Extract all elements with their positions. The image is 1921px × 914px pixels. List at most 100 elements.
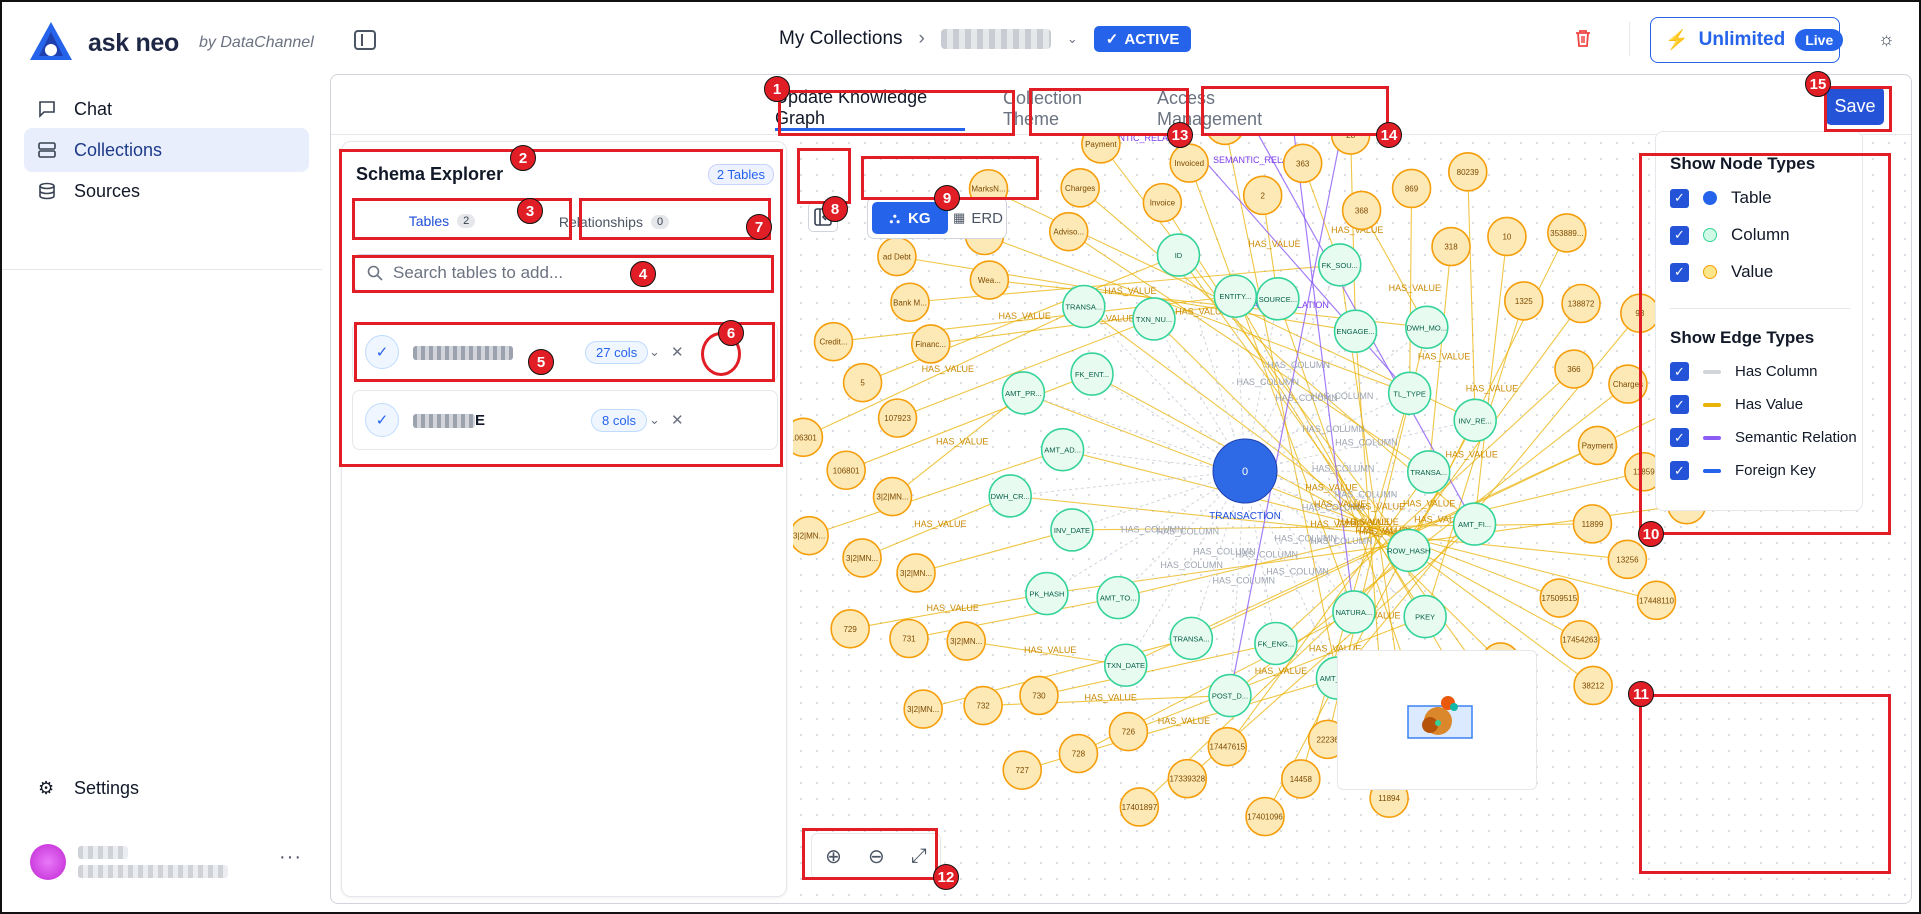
user-profile[interactable]: [30, 844, 228, 880]
tab-relationships[interactable]: Relationships 0: [538, 204, 690, 240]
collections-icon: [38, 142, 56, 158]
chevron-down-icon[interactable]: ⌄: [1067, 31, 1078, 47]
edge-label: HAS_VALUE: [1104, 286, 1156, 296]
fit-view-icon[interactable]: ⤢: [911, 845, 927, 868]
annotation-number: 8: [822, 196, 848, 222]
erd-view-button[interactable]: ▦ ERD: [952, 202, 1004, 234]
edge-label: HAS_VALUE: [1248, 239, 1300, 249]
annotation-number: 14: [1376, 122, 1402, 148]
edge-type-foreign-key[interactable]: ✓ Foreign Key: [1670, 461, 1816, 480]
edge-label: HAS_VALUE: [1403, 498, 1455, 508]
node-type-column[interactable]: ✓ Column: [1670, 225, 1790, 245]
zoom-controls: ⊕ ⊖ ⤢: [811, 833, 941, 879]
svg-text:AMT_FI...: AMT_FI...: [1458, 520, 1491, 529]
svg-text:17401096: 17401096: [1247, 813, 1283, 822]
svg-text:729: 729: [843, 625, 857, 634]
plan-label: Unlimited: [1698, 29, 1786, 50]
zoom-out-icon[interactable]: ⊖: [868, 844, 885, 869]
sidebar-item-settings[interactable]: ⚙ Settings: [24, 766, 309, 810]
sidebar-item-sources[interactable]: Sources: [24, 169, 309, 213]
svg-text:3|2|MN...: 3|2|MN...: [950, 637, 982, 646]
checkbox[interactable]: ✓: [1670, 428, 1689, 447]
logo-icon: [30, 22, 72, 60]
table-card[interactable]: ✓ 27 cols ⌄ ✕: [352, 322, 778, 382]
svg-text:FK_ENT...: FK_ENT...: [1075, 370, 1109, 379]
column-node: AMT_AD...: [1040, 427, 1085, 472]
svg-text:Payment: Payment: [1582, 441, 1614, 450]
zoom-in-icon[interactable]: ⊕: [825, 844, 842, 869]
value-node: 106801: [826, 450, 866, 491]
column-node: NATURA...: [1332, 590, 1376, 634]
logo[interactable]: ask neo by DataChannel: [28, 20, 314, 66]
svg-text:FK_ENG...: FK_ENG...: [1258, 640, 1294, 649]
annotation-number: 7: [746, 214, 772, 240]
chevron-down-icon[interactable]: ⌄: [649, 344, 660, 360]
plan-button[interactable]: ⚡ Unlimited Live: [1650, 17, 1844, 63]
edge-label: HAS_COLUMN: [1302, 424, 1365, 434]
checkbox[interactable]: ✓: [1670, 362, 1689, 381]
checkbox[interactable]: ✓: [1670, 461, 1689, 480]
node-type-table[interactable]: ✓ Table: [1670, 188, 1772, 208]
edge-label: HAS_COLUMN: [1312, 463, 1375, 473]
column-node: ENTITY...: [1213, 274, 1258, 319]
value-node: 729: [830, 608, 870, 649]
svg-text:0: 0: [1242, 466, 1248, 478]
column-dot-icon: [1703, 228, 1717, 242]
close-icon[interactable]: ✕: [671, 411, 684, 429]
column-node: POST_D...: [1208, 673, 1252, 718]
check-icon[interactable]: ✓: [365, 335, 399, 369]
value-node: 17448110: [1636, 580, 1677, 621]
search-placeholder: Search tables to add...: [393, 263, 564, 282]
column-node: TL_TYPE: [1387, 371, 1432, 416]
sidebar-item-chat[interactable]: Chat: [24, 87, 309, 131]
checkbox[interactable]: ✓: [1670, 262, 1689, 282]
check-icon[interactable]: ✓: [365, 403, 399, 437]
delete-icon[interactable]: [1574, 28, 1592, 48]
check-circle-icon: ✓: [1105, 31, 1119, 48]
tab-tables-count: 2: [457, 214, 476, 228]
value-node: 2: [1242, 175, 1283, 216]
annotation-number: 9: [934, 185, 960, 211]
more-options-icon[interactable]: ···: [279, 846, 302, 869]
checkbox[interactable]: ✓: [1670, 188, 1689, 208]
sidebar-item-collections[interactable]: Collections: [24, 128, 309, 172]
chevron-down-icon[interactable]: ⌄: [649, 412, 660, 428]
node-type-value[interactable]: ✓ Value: [1670, 262, 1773, 282]
edge-type-has-value[interactable]: ✓ Has Value: [1670, 395, 1803, 414]
tab-update-knowledge-graph[interactable]: Update Knowledge Graph: [775, 87, 965, 131]
svg-text:TRANSACTION: TRANSACTION: [1209, 511, 1281, 522]
app-byline: by DataChannel: [199, 34, 314, 51]
value-node: 106301: [793, 417, 824, 458]
svg-text:730: 730: [1032, 691, 1046, 700]
column-node: AMT_PR...: [1001, 371, 1046, 415]
edge-label: HAS_COLUMN: [1311, 391, 1374, 401]
edge-type-has-column[interactable]: ✓ Has Column: [1670, 362, 1818, 381]
checkbox[interactable]: ✓: [1670, 225, 1689, 245]
breadcrumb-root[interactable]: My Collections: [779, 28, 903, 50]
save-button[interactable]: Save: [1826, 87, 1884, 125]
collapse-sidebar-icon[interactable]: [354, 30, 376, 50]
svg-text:PK_HASH: PK_HASH: [1029, 590, 1064, 599]
breadcrumb: My Collections › ⌄ ✓ ACTIVE: [779, 26, 1192, 52]
value-node: 11899: [1572, 504, 1613, 544]
annotation-number: 12: [933, 864, 959, 890]
value-dot-icon: [1703, 265, 1717, 279]
minimap[interactable]: [1337, 650, 1537, 790]
live-badge: Live: [1795, 29, 1844, 51]
svg-text:93: 93: [1635, 309, 1644, 318]
close-icon[interactable]: ✕: [671, 343, 684, 361]
edge-label: HAS_VALUE: [1158, 716, 1210, 726]
theme-toggle-icon[interactable]: ☼: [1878, 30, 1896, 48]
search-input[interactable]: Search tables to add...: [354, 254, 774, 292]
tab-tables[interactable]: Tables 2: [354, 204, 530, 240]
column-node: TRANSA...: [1062, 284, 1106, 329]
svg-text:11899: 11899: [1582, 520, 1604, 529]
collection-name-redacted[interactable]: [940, 29, 1051, 49]
table-cols-badge: 8 cols: [591, 408, 647, 432]
value-node: 353889...: [1547, 213, 1587, 253]
checkbox[interactable]: ✓: [1670, 395, 1689, 414]
tab-collection-theme[interactable]: Collection Theme: [1003, 87, 1131, 131]
column-node: DWH_MO...: [1405, 305, 1449, 350]
table-card[interactable]: ✓ E 8 cols ⌄ ✕: [352, 390, 778, 450]
edge-type-semantic[interactable]: ✓ Semantic Relation: [1670, 428, 1857, 447]
